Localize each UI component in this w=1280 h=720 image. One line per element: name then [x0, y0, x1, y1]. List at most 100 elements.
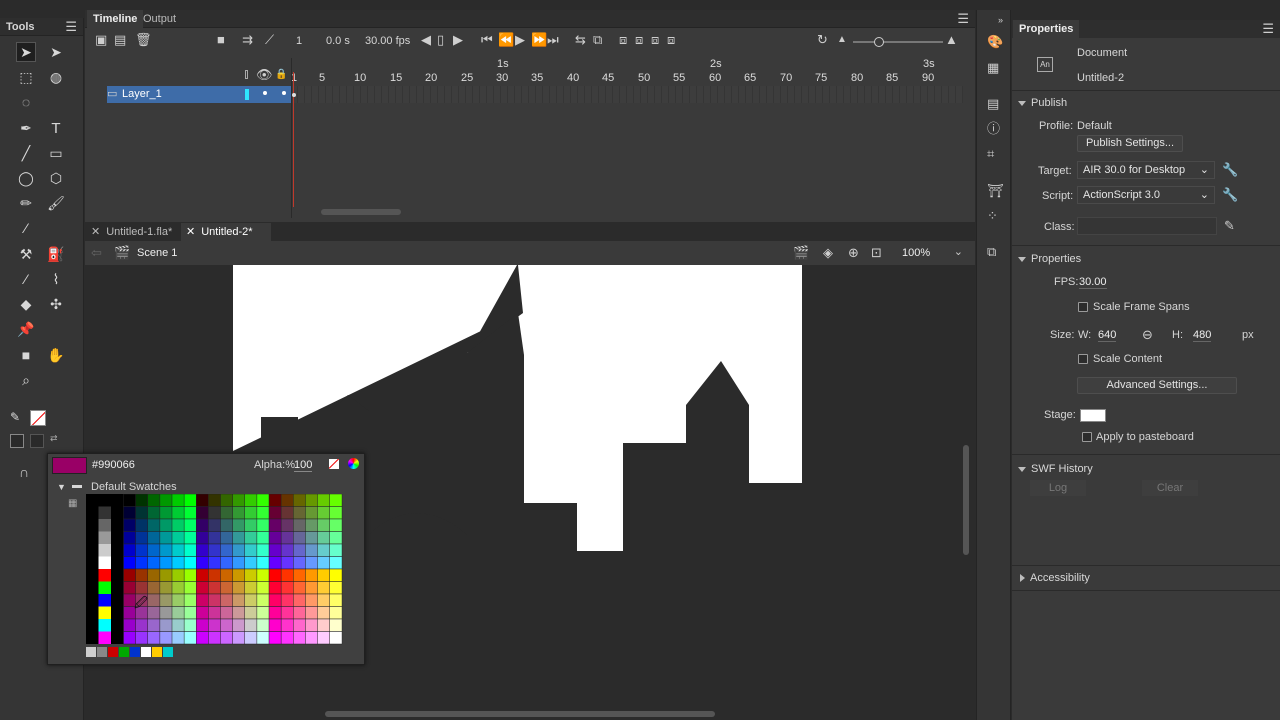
pin-icon[interactable]: 📌: [16, 319, 36, 339]
swatch-cell[interactable]: [111, 531, 124, 545]
swatch-cell[interactable]: [135, 506, 149, 520]
swatch-cell[interactable]: [159, 606, 173, 620]
swatch-cell[interactable]: [98, 519, 112, 532]
motion-presets-icon[interactable]: ⁘: [987, 208, 998, 224]
swatch-cell[interactable]: [293, 531, 306, 545]
bone-icon[interactable]: ⚒: [16, 244, 36, 264]
swatch-cell[interactable]: [196, 543, 209, 557]
layer-frames[interactable]: [291, 86, 963, 103]
library-icon[interactable]: ⛩: [987, 183, 1004, 199]
swatch-cell[interactable]: [196, 506, 209, 520]
document-tab-untitled-1[interactable]: ✕ Untitled-1.fla*: [85, 223, 180, 241]
swatch-cell[interactable]: [135, 568, 149, 582]
swatch-cell[interactable]: [317, 493, 331, 507]
swatch-cell[interactable]: [232, 531, 246, 545]
swatch-cell[interactable]: [232, 581, 246, 595]
eyedropper-icon[interactable]: ⁄: [16, 269, 36, 289]
swatch-cell[interactable]: [220, 531, 234, 545]
swatch-cell[interactable]: [244, 493, 258, 507]
swatch-cell[interactable]: [280, 568, 294, 582]
new-folder-icon[interactable]: ▤: [114, 32, 126, 48]
swatch-cell[interactable]: [317, 543, 331, 557]
swatch-cell[interactable]: [244, 568, 258, 582]
eraser-icon[interactable]: ◆: [16, 294, 36, 314]
swatch-cell[interactable]: [196, 631, 209, 645]
swatch-cell[interactable]: [317, 631, 331, 645]
panel-menu-icon[interactable]: »: [998, 12, 1003, 28]
swatch-cell[interactable]: [305, 568, 319, 582]
fps-input[interactable]: 30.00: [1079, 276, 1107, 289]
swatch-cell[interactable]: [317, 556, 331, 570]
pen-icon[interactable]: ✒: [16, 118, 36, 138]
width-input[interactable]: 640: [1098, 329, 1117, 342]
swatch-cell[interactable]: [256, 556, 270, 570]
current-time[interactable]: 0.0 s: [326, 35, 350, 47]
swatch-cell[interactable]: [305, 556, 319, 570]
swatch-cell[interactable]: [256, 531, 270, 545]
swatch-cell[interactable]: [147, 606, 161, 620]
swatch-cell[interactable]: [123, 568, 137, 582]
swatch-cell[interactable]: [317, 518, 331, 532]
properties-section-header[interactable]: Properties: [1018, 253, 1081, 265]
swatch-cell[interactable]: [244, 543, 258, 557]
swatch-cell[interactable]: [232, 518, 246, 532]
stroke-color-icon[interactable]: ✎: [10, 410, 24, 424]
swatch-cell[interactable]: [280, 531, 294, 545]
3d-rotation-icon[interactable]: ◍: [46, 67, 66, 87]
tab-timeline[interactable]: Timeline: [87, 10, 144, 28]
swatch-cell[interactable]: [196, 556, 209, 570]
swatch-cell[interactable]: [196, 593, 209, 607]
swatch-cell[interactable]: [111, 606, 124, 620]
swatch-cell[interactable]: [171, 631, 185, 645]
swatch-cell[interactable]: [171, 593, 185, 607]
swatch-cell[interactable]: [183, 593, 197, 607]
swatch-cell[interactable]: [98, 569, 112, 582]
swatch-cell[interactable]: [329, 543, 343, 557]
swatch-cell[interactable]: [98, 544, 112, 557]
swatch-cell[interactable]: [244, 593, 258, 607]
swatch-cell[interactable]: [86, 606, 99, 620]
layer-name[interactable]: Layer_1: [122, 88, 162, 100]
swatch-cell[interactable]: [159, 631, 173, 645]
edit-symbols-icon[interactable]: ◈: [823, 245, 833, 261]
panel-menu-icon[interactable]: ☰: [65, 19, 77, 35]
swatch-cell[interactable]: [147, 493, 161, 507]
swatch-cell[interactable]: [135, 518, 149, 532]
swatch-cell[interactable]: [171, 618, 185, 632]
swatch-cell[interactable]: [208, 506, 222, 520]
components-icon[interactable]: ⧉: [987, 244, 996, 260]
current-frame[interactable]: 1: [296, 35, 302, 47]
swatch-cell[interactable]: [147, 556, 161, 570]
swatch-cell[interactable]: [220, 543, 234, 557]
layer-highlight-toggle[interactable]: [245, 89, 249, 100]
swatch-cell[interactable]: [256, 593, 270, 607]
swatch-cell[interactable]: [111, 631, 124, 645]
swatch-cell[interactable]: [244, 531, 258, 545]
tab-output[interactable]: Output: [137, 10, 182, 28]
layer-lock-dot[interactable]: [282, 91, 286, 95]
swatch-cell[interactable]: [86, 631, 99, 645]
swatch-cell[interactable]: [220, 568, 234, 582]
swatch-cell[interactable]: [171, 581, 185, 595]
swatch-cell[interactable]: [135, 631, 149, 645]
zoom-select[interactable]: 100% ⌄: [897, 244, 967, 262]
swatch-cell[interactable]: [147, 631, 161, 645]
swatch-cell[interactable]: [293, 581, 306, 595]
swatch-cell[interactable]: [232, 606, 246, 620]
swatch-cell[interactable]: [220, 593, 234, 607]
clip-content-icon[interactable]: ⊡: [871, 245, 882, 261]
swatch-cell[interactable]: [171, 568, 185, 582]
swatch-cell[interactable]: [111, 556, 124, 570]
swatch-cell[interactable]: [293, 593, 306, 607]
pencil-edit-icon[interactable]: ✎: [1224, 218, 1235, 234]
swatch-cell[interactable]: [183, 556, 197, 570]
swatch-cell[interactable]: [280, 518, 294, 532]
visibility-eye-icon[interactable]: 👁: [256, 67, 273, 83]
timeline-hscroll[interactable]: [321, 209, 401, 215]
swatch-cell[interactable]: [86, 531, 99, 545]
swf-history-section-header[interactable]: SWF History: [1018, 463, 1093, 475]
swatch-cell[interactable]: [208, 568, 222, 582]
swatch-cell[interactable]: [196, 618, 209, 632]
center-frame-icon[interactable]: ↻: [817, 32, 828, 48]
swatch-cell[interactable]: [183, 543, 197, 557]
